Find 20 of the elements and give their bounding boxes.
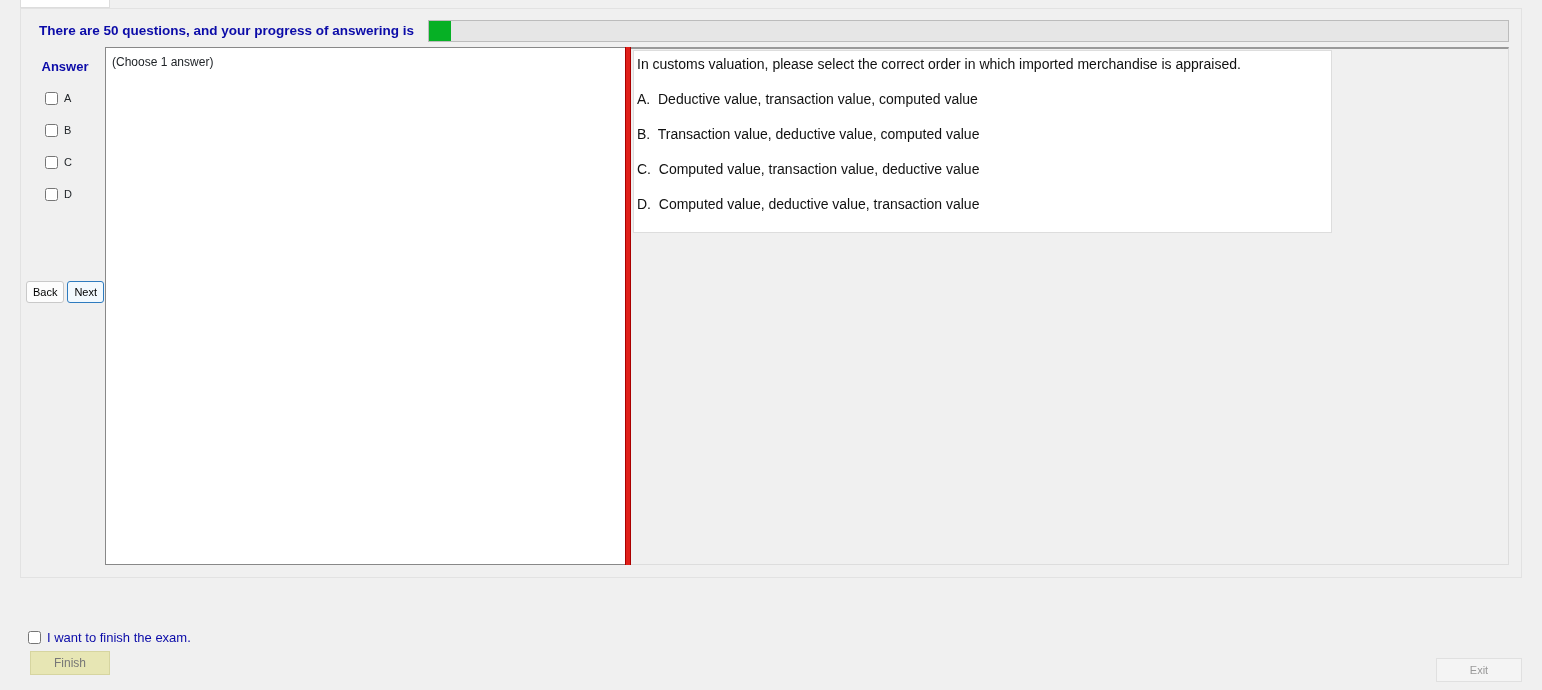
option-label: C (64, 155, 72, 171)
option-checkbox[interactable] (45, 188, 58, 201)
choice-text: D. Computed value, deductive value, transaction value (637, 195, 981, 214)
finish-checkbox[interactable] (28, 631, 41, 645)
option-checkbox[interactable] (45, 156, 58, 169)
choice-text: B. Transaction value, deductive value, computed value (637, 125, 981, 144)
finish-label: I want to finish the exam. (47, 629, 191, 647)
option-checkbox[interactable] (45, 124, 58, 137)
answer-hint: (Choose 1 answer) (112, 55, 214, 69)
answer-label: Answer (41, 58, 89, 76)
option-label: A (64, 91, 72, 107)
question-text: In customs valuation, please select the correct order in which imported merchandise is appraised. (637, 55, 1242, 74)
nav-button[interactable]: Next (67, 280, 105, 303)
progress-label: There are 50 questions, and your progress of answering is (39, 21, 415, 40)
option-label: B (64, 123, 72, 139)
option-checkbox[interactable] (45, 92, 58, 105)
choice-text: A. Deductive value, transaction value, computed value (637, 90, 979, 109)
choice-text: C. Computed value, transaction value, deductive value (637, 160, 981, 179)
option-label: D (64, 187, 72, 203)
nav-button[interactable]: Back (25, 280, 65, 303)
